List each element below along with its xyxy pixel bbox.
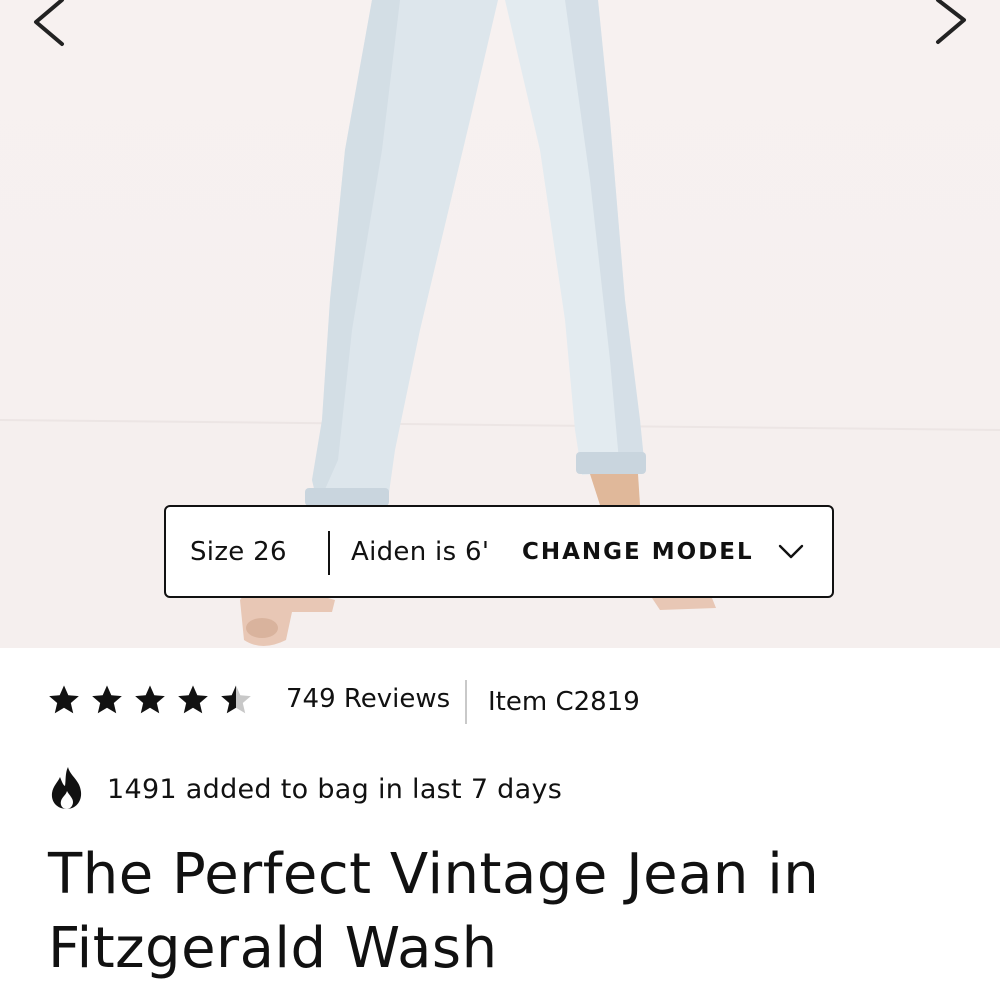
chevron-left-icon xyxy=(34,0,64,46)
product-title: The Perfect Vintage Jean in Fitzgerald W… xyxy=(48,842,820,981)
star-icon xyxy=(49,685,79,714)
ratings-divider xyxy=(465,680,467,724)
star-icon xyxy=(92,685,122,714)
model-info-bar: Size 26 Aiden is 6' CHANGE MODEL xyxy=(164,505,834,598)
flame-icon xyxy=(51,767,82,809)
previous-image-button[interactable] xyxy=(20,0,80,52)
reviews-link[interactable]: 749 Reviews xyxy=(286,684,450,714)
product-page: Size 26 Aiden is 6' CHANGE MODEL 749 Rev… xyxy=(0,0,1000,1000)
popularity-text: 1491 added to bag in last 7 days xyxy=(107,774,563,805)
change-model-button[interactable]: CHANGE MODEL xyxy=(522,522,804,582)
ratings-row: 749 Reviews Item C2819 xyxy=(48,678,948,726)
model-info-divider xyxy=(328,531,330,575)
star-rating[interactable] xyxy=(48,684,263,716)
next-image-button[interactable] xyxy=(922,0,982,52)
change-model-label: CHANGE MODEL xyxy=(522,538,754,565)
chevron-down-icon xyxy=(778,544,803,558)
product-image-carousel[interactable]: Size 26 Aiden is 6' CHANGE MODEL xyxy=(0,0,1000,648)
popularity-notice: 1491 added to bag in last 7 days xyxy=(48,766,948,814)
star-icon xyxy=(221,685,251,714)
model-height-label: Aiden is 6' xyxy=(351,536,490,567)
star-icon xyxy=(135,685,165,714)
item-number: Item C2819 xyxy=(488,687,640,717)
model-size-label: Size 26 xyxy=(190,536,287,567)
chevron-right-icon xyxy=(936,0,966,44)
star-icon xyxy=(178,685,208,714)
